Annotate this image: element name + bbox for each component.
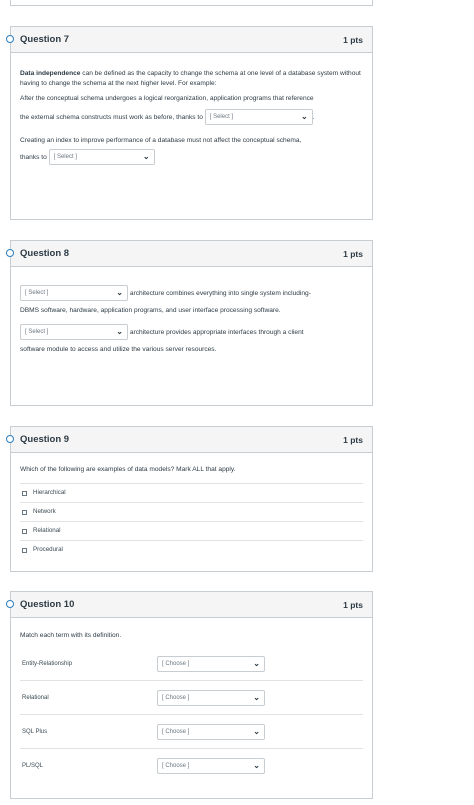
term-data-independence: Data independence	[20, 70, 81, 77]
question-header: Question 10 1 pts	[11, 592, 372, 618]
question-header: Question 7 1 pts	[11, 27, 372, 53]
statement-1-line: the external schema constructs must work…	[20, 109, 363, 125]
question-points: 1 pts	[343, 34, 363, 45]
select-value: [ Select ]	[53, 154, 77, 160]
question-header: Question 8 1 pts	[11, 241, 372, 267]
checkbox[interactable]	[22, 547, 27, 553]
select-value: [ Choose ]	[162, 660, 190, 667]
match-row: Relational [ Choose ] ⌄	[20, 680, 363, 714]
question-10-card: Question 10 1 pts Match each term with i…	[6, 591, 373, 799]
option-label: Procedural	[33, 546, 63, 553]
match-select[interactable]: [ Choose ] ⌄	[157, 757, 265, 774]
previous-question-card-bottom	[10, 0, 373, 6]
match-rows: Entity-Relationship [ Choose ] ⌄ Relatio…	[20, 647, 363, 782]
select-dropdown-1[interactable]: [ Select ] ⌄	[204, 109, 313, 125]
question-title: Question 10	[20, 599, 75, 610]
statement-1-line: [ Select ] ⌄ architecture combines every…	[20, 285, 363, 301]
option-row[interactable]: Hierarchical	[20, 484, 363, 502]
statement-2-text: architecture provides appropriate interf…	[129, 328, 304, 336]
question-points: 1 pts	[343, 434, 363, 445]
statement-2-text-b: thanks to	[20, 153, 47, 161]
chevron-down-icon: ⌄	[116, 288, 123, 297]
question-marker-icon	[6, 600, 14, 608]
select-dropdown-1[interactable]: [ Select ] ⌄	[20, 285, 128, 301]
select-value: [ Choose ]	[162, 762, 190, 769]
checkbox[interactable]	[22, 490, 27, 496]
question-8-card: Question 8 1 pts [ Select ] ⌄ architectu…	[6, 240, 373, 406]
match-term: Entity-Relationship	[22, 660, 73, 667]
match-row: SQL Plus [ Choose ] ⌄	[20, 714, 363, 748]
question-header: Question 9 1 pts	[11, 427, 372, 453]
chevron-down-icon: ⌄	[253, 692, 260, 702]
option-row[interactable]: Network	[20, 502, 363, 521]
question-body: Match each term with its definition. Ent…	[11, 618, 372, 782]
question-intro: Data independence can be defined as the …	[20, 69, 363, 89]
match-row: Entity-Relationship [ Choose ] ⌄	[20, 647, 363, 680]
question-points: 1 pts	[343, 599, 363, 610]
match-select[interactable]: [ Choose ] ⌄	[157, 689, 265, 706]
question-title: Question 9	[20, 434, 70, 445]
option-label: Hierarchical	[33, 489, 66, 496]
question-prompt: Match each term with its definition.	[20, 632, 122, 639]
match-term: SQL Plus	[22, 728, 48, 735]
question-points: 1 pts	[343, 248, 363, 259]
select-value: [ Select ]	[25, 290, 49, 296]
match-select[interactable]: [ Choose ] ⌄	[157, 723, 265, 740]
option-row[interactable]: Relational	[20, 521, 363, 540]
answer-options: Hierarchical Network Relational Procedur…	[20, 483, 363, 559]
question-marker-icon	[6, 435, 14, 443]
statement-2-text-b: software module to access and utilize th…	[20, 346, 217, 353]
statement-1-text-b: DBMS software, hardware, application pro…	[20, 307, 281, 314]
select-dropdown-2[interactable]: [ Select ] ⌄	[48, 149, 155, 165]
select-value: [ Select ]	[209, 114, 234, 120]
chevron-down-icon: ⌄	[253, 726, 260, 736]
question-marker-icon	[6, 35, 14, 43]
statement-1-text: After the conceptual schema undergoes a …	[20, 95, 314, 102]
checkbox[interactable]	[22, 509, 27, 515]
select-value: [ Select ]	[25, 329, 49, 335]
option-label: Network	[33, 508, 56, 515]
statement-2-line: [ Select ] ⌄ architecture provides appro…	[20, 324, 363, 340]
statement-1-text-b: the external schema constructs must work…	[20, 113, 203, 121]
match-row: PL/SQL [ Choose ] ⌄	[20, 748, 363, 782]
chevron-down-icon: ⌄	[142, 152, 150, 161]
chevron-down-icon: ⌄	[253, 760, 260, 770]
question-prompt: Which of the following are examples of d…	[20, 466, 236, 473]
question-body: [ Select ] ⌄ architecture combines every…	[11, 267, 372, 355]
select-value: [ Choose ]	[162, 728, 190, 735]
match-select[interactable]: [ Choose ] ⌄	[157, 655, 265, 672]
question-marker-icon	[6, 249, 14, 257]
question-title: Question 8	[20, 248, 70, 259]
select-value: [ Choose ]	[162, 694, 190, 701]
chevron-down-icon: ⌄	[116, 327, 123, 336]
statement-2-text: Creating an index to improve performance…	[20, 137, 302, 144]
question-9-card: Question 9 1 pts Which of the following …	[6, 426, 373, 572]
chevron-down-icon: ⌄	[301, 112, 308, 121]
question-body: Which of the following are examples of d…	[11, 453, 372, 559]
option-row[interactable]: Procedural	[20, 540, 363, 559]
question-7-card: Question 7 1 pts Data independence can b…	[6, 26, 373, 220]
chevron-down-icon: ⌄	[253, 658, 260, 668]
question-title: Question 7	[20, 34, 70, 45]
statement-2-line: thanks to [ Select ] ⌄	[20, 149, 363, 165]
checkbox[interactable]	[22, 528, 27, 534]
match-term: PL/SQL	[22, 762, 44, 769]
option-label: Relational	[33, 527, 61, 534]
statement-1-text: architecture combines everything into si…	[129, 289, 311, 297]
match-term: Relational	[22, 694, 49, 701]
select-dropdown-2[interactable]: [ Select ] ⌄	[20, 324, 128, 340]
question-body: Data independence can be defined as the …	[11, 53, 372, 165]
